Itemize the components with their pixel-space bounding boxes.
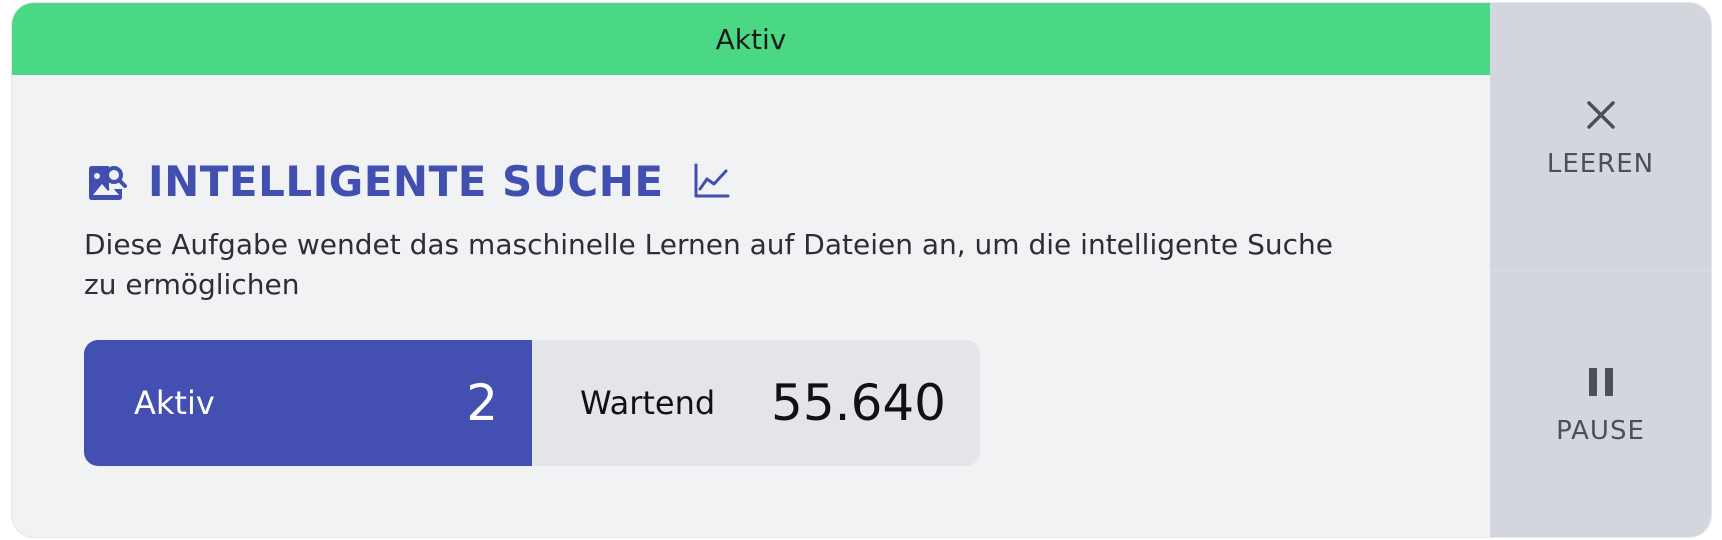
status-label: Aktiv [715,22,787,56]
task-title: INTELLIGENTE SUCHE [148,156,664,206]
pause-button[interactable]: PAUSE [1490,271,1711,537]
close-icon [1586,100,1615,129]
task-description: Diese Aufgabe wendet das maschinelle Ler… [84,228,1333,301]
pause-button-label: PAUSE [1556,416,1645,446]
line-chart-icon[interactable] [692,161,732,201]
image-search-icon [89,166,127,200]
task-counters: Aktiv 2 Wartend 55.640 [84,340,980,466]
task-actions-panel: LEEREN PAUSE [1490,3,1711,537]
clear-button-label: LEEREN [1546,148,1655,179]
pause-icon [1588,368,1613,396]
waiting-counter: Wartend 55.640 [532,340,980,466]
waiting-counter-label: Wartend [580,384,716,422]
waiting-counter-value: 55.640 [771,374,946,432]
task-content: INTELLIGENTE SUCHE Diese Aufgabe wendet … [12,75,1490,537]
task-card: Aktiv INTELLIGENTE SUCHE Diese Aufgabe w… [12,3,1711,537]
status-bar: Aktiv [12,3,1490,75]
active-counter-label: Aktiv [134,384,215,422]
task-header: INTELLIGENTE SUCHE [84,153,732,209]
clear-button[interactable]: LEEREN [1490,3,1711,270]
active-counter-value: 2 [466,374,498,432]
active-counter: Aktiv 2 [84,340,532,466]
